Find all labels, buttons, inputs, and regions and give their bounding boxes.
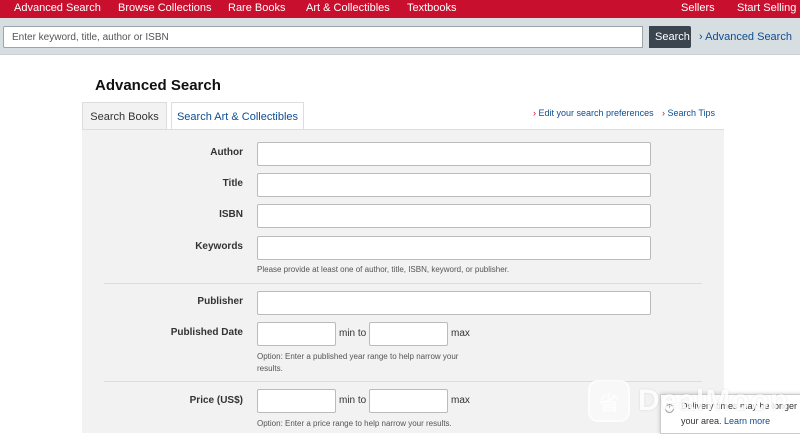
search-tips-label: Search Tips (667, 108, 716, 118)
tab-search-art-collectibles[interactable]: Search Art & Collectibles (171, 102, 304, 130)
nav-textbooks[interactable]: Textbooks (407, 2, 457, 14)
keywords-field[interactable] (257, 236, 651, 260)
price-note: Option: Enter a price range to help narr… (257, 419, 452, 428)
nav-rare-books[interactable]: Rare Books (228, 2, 285, 14)
tab-search-books[interactable]: Search Books (82, 102, 167, 130)
title-label: Title (222, 178, 243, 189)
price-max-field[interactable] (369, 389, 448, 413)
publisher-label: Publisher (197, 296, 243, 307)
section-divider (104, 283, 702, 284)
price-min-field[interactable] (257, 389, 336, 413)
isbn-label: ISBN (219, 209, 243, 220)
title-field[interactable] (257, 173, 651, 197)
date-note-line1: Option: Enter a published year range to … (257, 352, 459, 361)
price-label: Price (US$) (189, 395, 243, 406)
search-tips-link[interactable]: › Search Tips (662, 108, 715, 118)
advanced-search-link-label: Advanced Search (705, 31, 792, 43)
advanced-search-link[interactable]: › Advanced Search (699, 31, 792, 43)
watermark: 省 DealMoon (588, 380, 789, 422)
search-input[interactable] (3, 26, 643, 48)
nav-art-collectibles[interactable]: Art & Collectibles (306, 2, 390, 14)
date-note-line2: results. (257, 364, 283, 373)
watermark-text: DealMoon (638, 384, 790, 417)
chevron-right-icon: › (662, 108, 665, 118)
published-date-min-field[interactable] (257, 322, 336, 346)
max-label: max (451, 328, 470, 339)
nav-advanced-search[interactable]: Advanced Search (14, 2, 101, 14)
publisher-field[interactable] (257, 291, 651, 315)
chevron-right-icon: › (533, 108, 536, 118)
search-bar: Search › Advanced Search (0, 18, 800, 55)
nav-sellers[interactable]: Sellers (681, 2, 715, 14)
keywords-note: Please provide at least one of author, t… (257, 265, 510, 274)
nav-browse-collections[interactable]: Browse Collections (118, 2, 212, 14)
isbn-field[interactable] (257, 204, 651, 228)
author-label: Author (210, 147, 243, 158)
edit-preferences-label: Edit your search preferences (538, 108, 654, 118)
page-title: Advanced Search (95, 77, 221, 94)
min-to-label: min to (339, 395, 367, 406)
min-to-label: min to (339, 328, 367, 339)
max-label: max (451, 395, 470, 406)
search-button[interactable]: Search (649, 26, 691, 48)
dealmoon-logo-icon: 省 (588, 380, 630, 422)
top-navigation: Advanced Search Browse Collections Rare … (0, 0, 800, 18)
edit-preferences-link[interactable]: › Edit your search preferences (533, 108, 654, 118)
nav-start-selling[interactable]: Start Selling (737, 2, 796, 14)
published-date-label: Published Date (170, 327, 243, 338)
keywords-label: Keywords (195, 241, 243, 252)
chevron-right-icon: › (699, 31, 703, 43)
published-date-max-field[interactable] (369, 322, 448, 346)
author-field[interactable] (257, 142, 651, 166)
